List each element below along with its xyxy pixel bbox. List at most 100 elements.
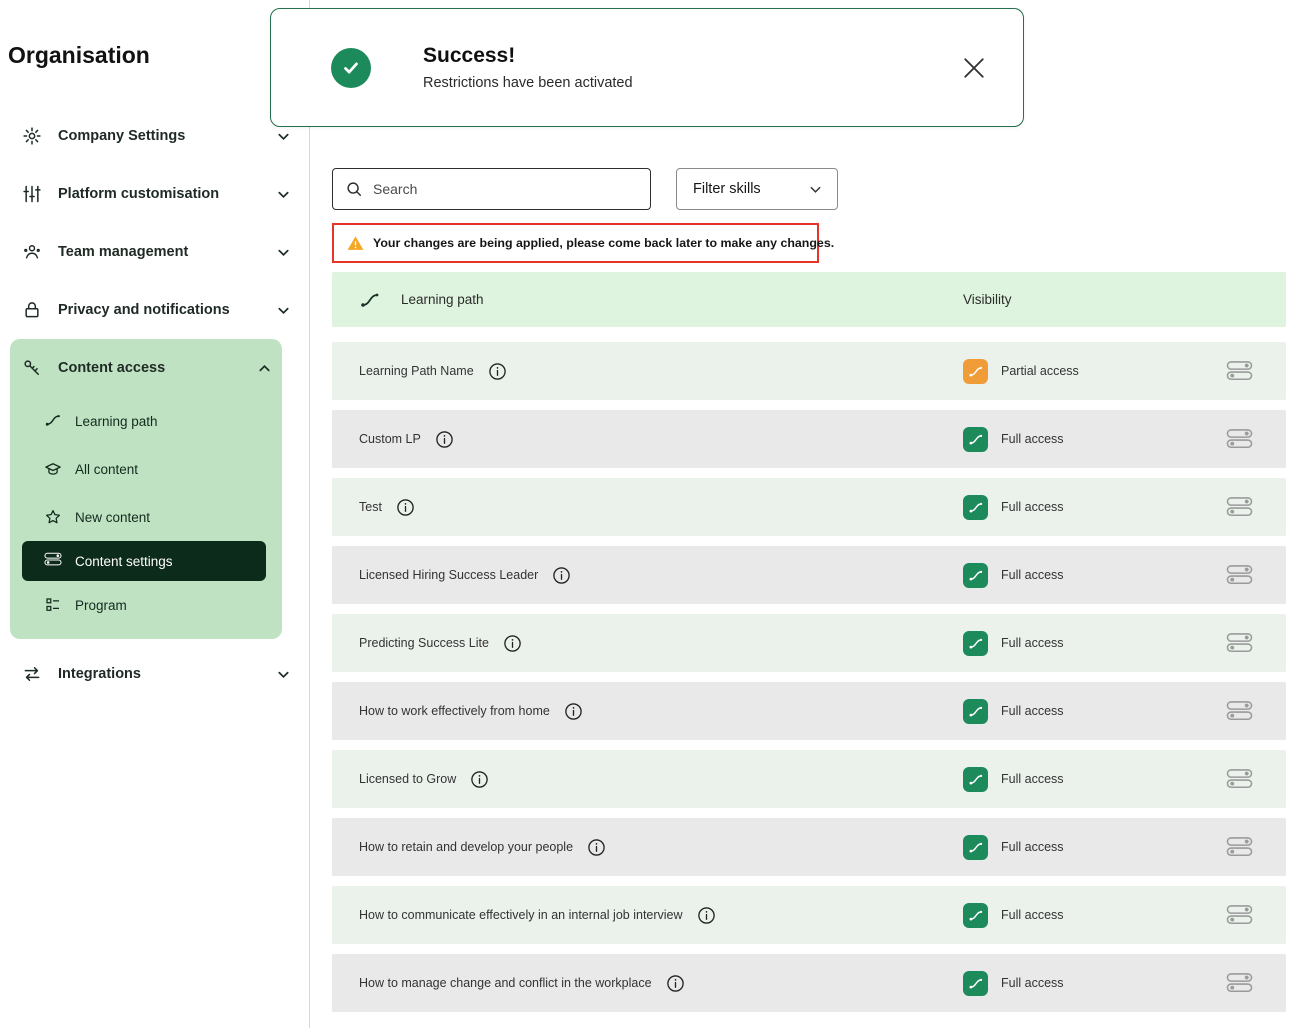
sidebar-item-label: Platform customisation (58, 186, 276, 202)
filter-skills-label: Filter skills (693, 181, 761, 197)
sidebar-item-label: Integrations (58, 666, 276, 682)
access-badge-icon (963, 563, 988, 588)
sidebar-item-label: Content access (58, 360, 257, 376)
sidebar-item-platform-customisation[interactable]: Platform customisation (0, 165, 309, 223)
table-row: How to communicate effectively in an int… (332, 886, 1286, 944)
toast-message: Restrictions have been activated (423, 75, 633, 91)
sidebar-item-label: Program (75, 598, 127, 613)
page-title: Organisation (8, 42, 309, 69)
access-badge-icon (963, 631, 988, 656)
page: Organisation Company Settings (0, 0, 1301, 1028)
table-row: Custom LP Full access (332, 410, 1286, 468)
info-icon[interactable] (435, 430, 454, 449)
learning-path-name: Test (359, 500, 382, 514)
lock-icon (22, 300, 42, 320)
learning-path-name: Learning Path Name (359, 364, 474, 378)
sidebar-nav: Company Settings Platform customisation (0, 107, 309, 703)
toggles-icon (44, 552, 62, 570)
access-badge-icon (963, 359, 988, 384)
access-badge-icon (963, 699, 988, 724)
learning-path-icon (44, 412, 62, 430)
info-icon[interactable] (666, 974, 685, 993)
sidebar-item-label: Learning path (75, 414, 158, 429)
visibility-cell: Partial access (963, 359, 1079, 384)
access-level-label: Full access (1001, 772, 1064, 786)
sidebar-item-label: Company Settings (58, 128, 276, 144)
warning-message: Your changes are being applied, please c… (373, 236, 834, 250)
visibility-toggle-icon[interactable] (1226, 564, 1253, 586)
sidebar-item-integrations[interactable]: Integrations (0, 645, 309, 703)
learning-path-name: How to manage change and conflict in the… (359, 976, 652, 990)
sidebar-item-company-settings[interactable]: Company Settings (0, 107, 309, 165)
graduation-cap-icon (44, 460, 62, 478)
visibility-toggle-icon[interactable] (1226, 972, 1253, 994)
visibility-toggle-icon[interactable] (1226, 428, 1253, 450)
visibility-toggle-icon[interactable] (1226, 632, 1253, 654)
gear-icon (22, 126, 42, 146)
sidebar-item-new-content[interactable]: New content (10, 493, 282, 541)
info-icon[interactable] (503, 634, 522, 653)
search-input[interactable] (373, 181, 638, 197)
access-badge-icon (963, 903, 988, 928)
sidebar-item-content-access[interactable]: Content access (10, 339, 282, 397)
learning-path-table: Learning path Visibility Learning Path N… (332, 272, 1286, 1022)
learning-path-name: How to retain and develop your people (359, 840, 573, 854)
column-header-visibility: Visibility (963, 292, 1012, 307)
learning-path-name: Licensed to Grow (359, 772, 456, 786)
learning-path-name: Licensed Hiring Success Leader (359, 568, 538, 582)
sidebar: Organisation Company Settings (0, 0, 310, 1028)
sidebar-item-label: Privacy and notifications (58, 302, 276, 318)
info-icon[interactable] (697, 906, 716, 925)
table-row: Learning Path Name Partial access (332, 342, 1286, 400)
access-badge-icon (963, 427, 988, 452)
visibility-cell: Full access (963, 971, 1064, 996)
info-icon[interactable] (587, 838, 606, 857)
column-header-learning-path: Learning path (401, 292, 484, 307)
visibility-cell: Full access (963, 903, 1064, 928)
access-level-label: Full access (1001, 908, 1064, 922)
toast-title: Success! (423, 44, 633, 68)
access-level-label: Full access (1001, 704, 1064, 718)
sidebar-item-label: Content settings (75, 554, 173, 569)
sidebar-item-learning-path[interactable]: Learning path (10, 397, 282, 445)
sidebar-item-all-content[interactable]: All content (10, 445, 282, 493)
info-icon[interactable] (552, 566, 571, 585)
info-icon[interactable] (488, 362, 507, 381)
sidebar-item-program[interactable]: Program (10, 581, 282, 629)
table-row: Licensed Hiring Success Leader Full acce… (332, 546, 1286, 604)
visibility-toggle-icon[interactable] (1226, 700, 1253, 722)
learning-path-name: Predicting Success Lite (359, 636, 489, 650)
sidebar-item-label: All content (75, 462, 138, 477)
access-level-label: Full access (1001, 568, 1064, 582)
info-icon[interactable] (564, 702, 583, 721)
sidebar-item-label: Team management (58, 244, 276, 260)
table-body: Learning Path Name Partial access (332, 342, 1286, 1012)
learning-path-icon (359, 290, 381, 310)
visibility-cell: Full access (963, 563, 1064, 588)
access-badge-icon (963, 971, 988, 996)
table-header: Learning path Visibility (332, 272, 1286, 327)
sidebar-item-privacy-notifications[interactable]: Privacy and notifications (0, 281, 309, 339)
table-row: How to retain and develop your people Fu… (332, 818, 1286, 876)
visibility-toggle-icon[interactable] (1226, 360, 1253, 382)
visibility-cell: Full access (963, 495, 1064, 520)
access-level-label: Full access (1001, 976, 1064, 990)
team-icon (22, 242, 42, 262)
sidebar-item-content-settings[interactable]: Content settings (22, 541, 266, 581)
filter-skills-dropdown[interactable]: Filter skills (676, 168, 838, 210)
visibility-toggle-icon[interactable] (1226, 496, 1253, 518)
program-icon (44, 596, 62, 614)
visibility-toggle-icon[interactable] (1226, 904, 1253, 926)
sidebar-item-label: New content (75, 510, 150, 525)
visibility-toggle-icon[interactable] (1226, 836, 1253, 858)
sidebar-item-team-management[interactable]: Team management (0, 223, 309, 281)
sidebar-group-content-access: Content access Learning path (10, 339, 282, 639)
info-icon[interactable] (470, 770, 489, 789)
visibility-toggle-icon[interactable] (1226, 768, 1253, 790)
visibility-cell: Full access (963, 835, 1064, 860)
integrations-icon (22, 664, 42, 684)
close-icon[interactable] (959, 53, 989, 83)
search-icon (345, 180, 363, 198)
access-level-label: Full access (1001, 432, 1064, 446)
info-icon[interactable] (396, 498, 415, 517)
